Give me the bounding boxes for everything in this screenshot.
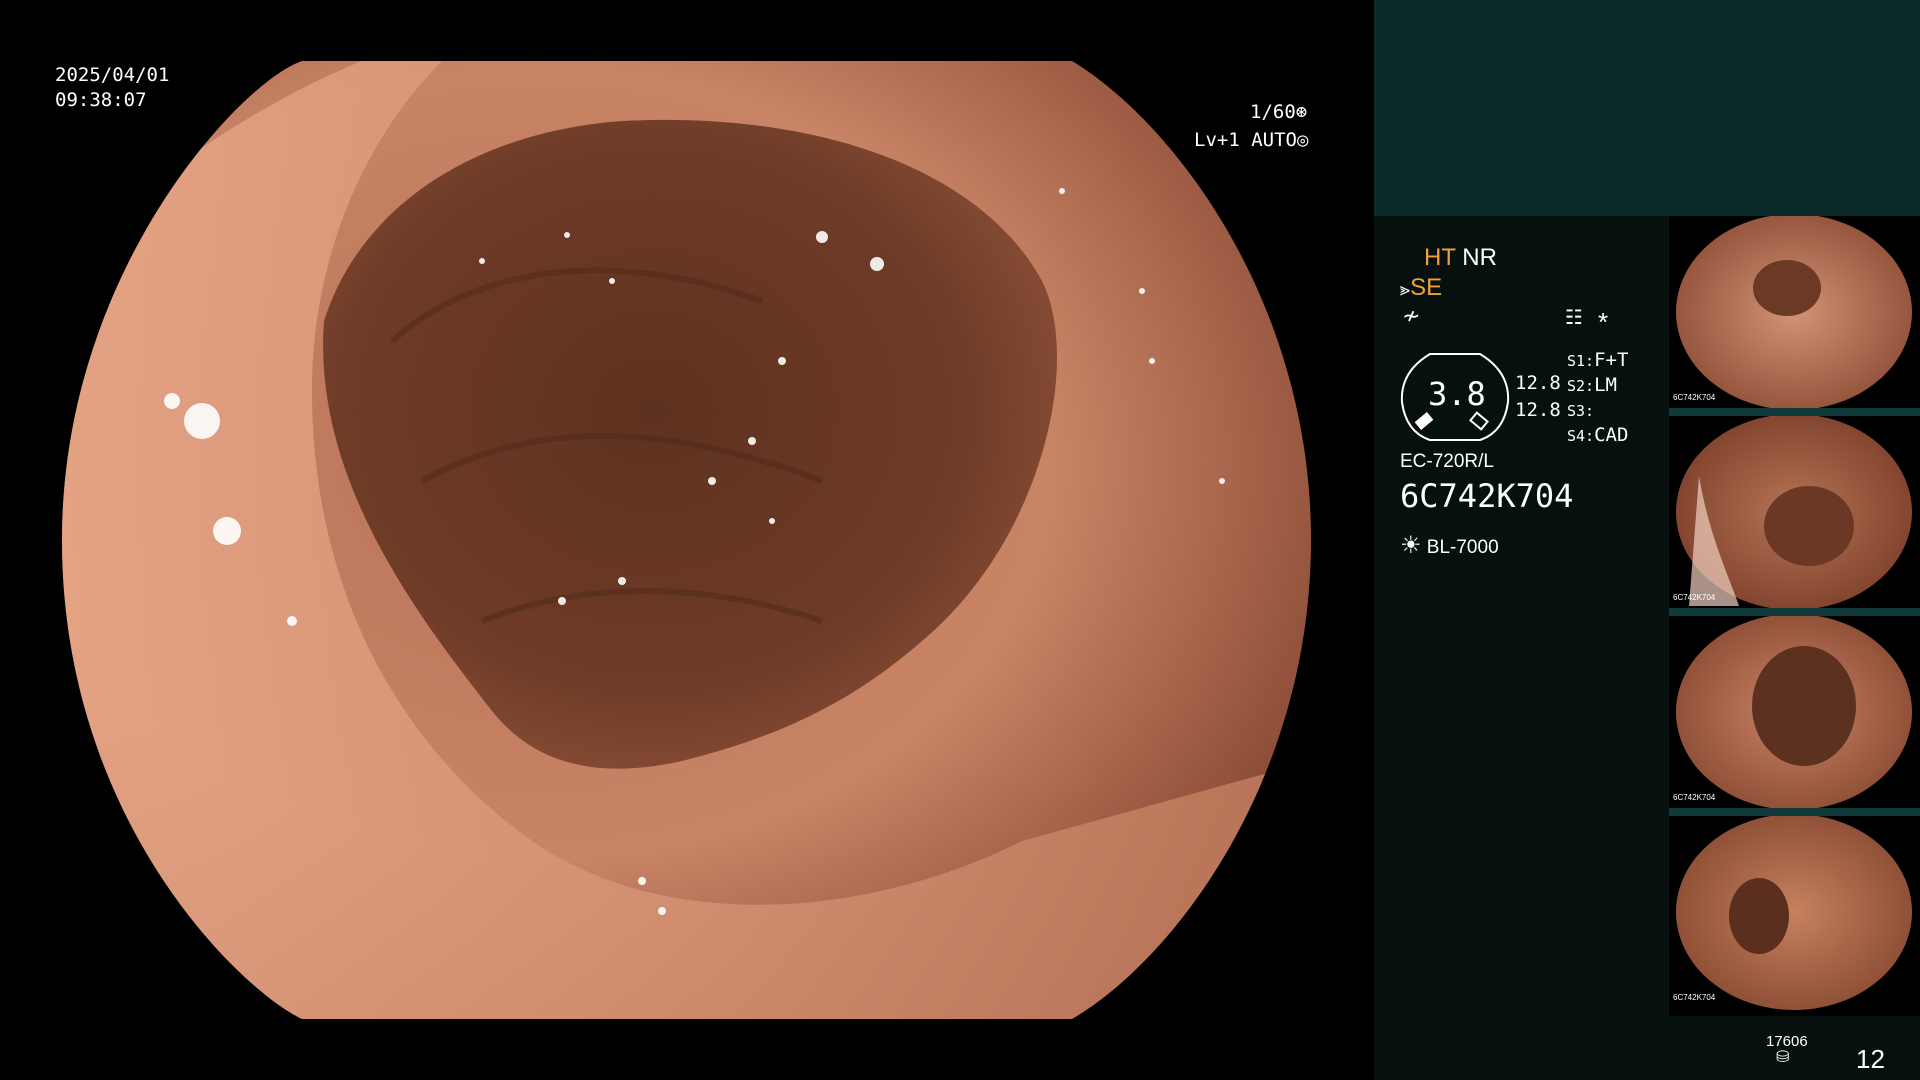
diameter-bottom: 12.8 bbox=[1515, 399, 1561, 421]
sensor-gauge: 3.8 bbox=[1400, 352, 1510, 442]
filter-icon: ≁ bbox=[1402, 303, 1421, 328]
diameter-top: 12.8 bbox=[1515, 372, 1561, 394]
sensor-value: 3.8 bbox=[1428, 375, 1486, 413]
endoscope-main-view bbox=[62, 61, 1311, 1019]
iris-value: AUTO bbox=[1251, 129, 1297, 151]
shutter-value: 1/60 bbox=[1250, 101, 1296, 123]
se-status: ⪢SE bbox=[1400, 276, 1442, 300]
thumbnail-4-caption: 6C742K704 bbox=[1673, 993, 1716, 1002]
enhancement-status: HT NR bbox=[1424, 246, 1497, 270]
thumbnail-1-caption: 6C742K704 bbox=[1673, 393, 1716, 402]
switch-s4: S4:CAD bbox=[1567, 424, 1629, 446]
iris-icon: ◎ bbox=[1296, 129, 1309, 151]
switch-s2: S2:LM bbox=[1567, 374, 1617, 396]
iris-setting: Lv+1 AUTO◎ bbox=[1194, 131, 1308, 150]
thumbnail-1[interactable]: 6C742K704 bbox=[1669, 216, 1920, 416]
exam-time: 09:38:07 bbox=[55, 89, 147, 111]
disk-icon: ⛁ bbox=[1776, 1049, 1790, 1066]
sun-icon: ☀ bbox=[1400, 532, 1422, 559]
thumbnail-2-caption: 6C742K704 bbox=[1673, 593, 1716, 602]
thumbnail-2[interactable]: 6C742K704 bbox=[1669, 416, 1920, 616]
ht-indicator: HT bbox=[1424, 244, 1456, 271]
structure-icon: ⪢ bbox=[1400, 279, 1411, 299]
thumbnail-3-caption: 6C742K704 bbox=[1673, 793, 1716, 802]
light-source: ☀ BL-7000 bbox=[1400, 534, 1499, 558]
exam-date: 2025/04/01 bbox=[55, 64, 170, 86]
nr-indicator: NR bbox=[1462, 244, 1497, 271]
shutter-speed: 1/60⊛ bbox=[1250, 103, 1307, 122]
thumbnail-2-bar bbox=[1669, 608, 1920, 616]
light-source-model: BL-7000 bbox=[1426, 537, 1499, 558]
settings-icon: ☷ bbox=[1565, 307, 1583, 329]
image-count: 12 bbox=[1856, 1044, 1885, 1074]
thumbnail-1-bar bbox=[1669, 408, 1920, 416]
se-indicator: SE bbox=[1410, 274, 1443, 301]
switch-s1: S1:F+T bbox=[1567, 349, 1629, 371]
scope-serial: 6C742K704 bbox=[1400, 477, 1574, 515]
thumbnail-3[interactable]: 6C742K704 bbox=[1669, 616, 1920, 816]
aperture-icon: ⊛ bbox=[1295, 101, 1308, 123]
storage-count: 17606 bbox=[1766, 1033, 1808, 1050]
thumbnail-4[interactable]: 6C742K704 bbox=[1669, 816, 1920, 1016]
switch-s3: S3: bbox=[1567, 402, 1595, 420]
asterisk-indicator: * bbox=[1598, 307, 1609, 337]
info-panel-header bbox=[1374, 0, 1920, 216]
scope-model: EC-720R/L bbox=[1400, 451, 1494, 472]
thumbnail-3-bar bbox=[1669, 808, 1920, 816]
level-value: Lv+1 bbox=[1194, 129, 1240, 151]
